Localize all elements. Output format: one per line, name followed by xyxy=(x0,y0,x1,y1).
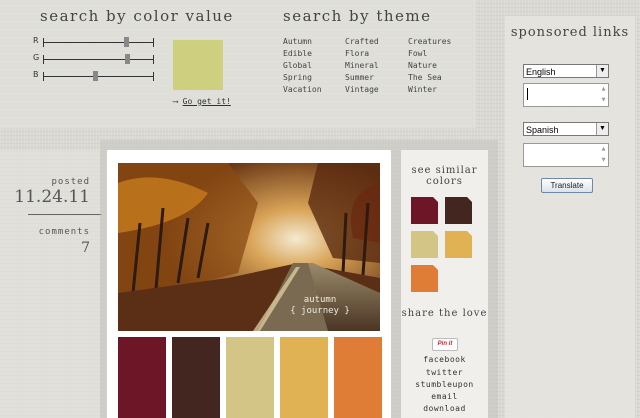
arrow-icon: ⟶ xyxy=(173,97,178,106)
slider-cap xyxy=(153,38,154,47)
similar-color-swatch[interactable] xyxy=(445,197,472,224)
from-language-value: English xyxy=(526,67,556,77)
posted-label: posted xyxy=(51,177,90,187)
similar-color-swatch[interactable] xyxy=(411,231,438,258)
theme-link[interactable]: Summer xyxy=(345,72,379,84)
textarea-scroll[interactable]: ▲ ▼ xyxy=(599,144,608,166)
slider-track xyxy=(43,59,154,60)
slider-cap xyxy=(43,38,44,47)
slider-track xyxy=(43,42,154,43)
theme-column-2: Crafted Flora Mineral Summer Vintage xyxy=(345,36,379,96)
color-preview-swatch xyxy=(173,40,223,90)
similar-color-swatch[interactable] xyxy=(411,197,438,224)
go-get-it-label: Go get it! xyxy=(182,97,231,106)
sponsored-panel: sponsored links English ▼ ▲▼ To: Spanish… xyxy=(505,16,635,418)
photo-caption: autumn { journey } xyxy=(270,295,370,317)
slider-g-label: G xyxy=(33,53,40,62)
color-search-title: search by color value xyxy=(40,7,234,25)
from-language-select[interactable]: English ▼ xyxy=(523,64,609,78)
theme-link[interactable]: Fowl xyxy=(408,48,451,60)
palette-swatch-2[interactable] xyxy=(172,337,220,418)
to-language-value: Spanish xyxy=(526,125,559,135)
share-stumbleupon-link[interactable]: stumbleupon xyxy=(401,379,488,391)
palette-swatch-3[interactable] xyxy=(226,337,274,418)
slider-cap xyxy=(43,55,44,64)
theme-link[interactable]: Nature xyxy=(408,60,451,72)
palette-swatch-5[interactable] xyxy=(334,337,382,418)
slider-track xyxy=(43,76,154,77)
slider-cap xyxy=(153,55,154,64)
download-link[interactable]: download xyxy=(401,403,488,415)
chevron-down-icon: ▼ xyxy=(596,123,608,135)
comments-label: comments xyxy=(38,227,90,237)
post-date: 11.24.11 xyxy=(14,187,90,207)
textarea-scroll[interactable]: ▲ ▼ xyxy=(599,84,608,106)
sponsored-title: sponsored links xyxy=(510,25,630,40)
theme-column-3: Creatures Fowl Nature The Sea Winter xyxy=(408,36,451,96)
theme-link[interactable]: Mineral xyxy=(345,60,379,72)
go-get-it-link[interactable]: ⟶ Go get it! xyxy=(173,97,231,106)
theme-link[interactable]: Creatures xyxy=(408,36,451,48)
comments-count[interactable]: 7 xyxy=(81,240,90,256)
caption-line-1: autumn xyxy=(303,295,337,305)
theme-link[interactable]: Edible xyxy=(283,48,322,60)
caption-line-2: { journey } xyxy=(290,306,350,316)
share-email-link[interactable]: email xyxy=(401,391,488,403)
theme-link[interactable]: Vacation xyxy=(283,84,322,96)
theme-link[interactable]: Flora xyxy=(345,48,379,60)
to-language-select[interactable]: Spanish ▼ xyxy=(523,122,609,136)
share-twitter-link[interactable]: twitter xyxy=(401,367,488,379)
slider-r[interactable]: R xyxy=(33,36,158,49)
similar-colors-title: see similar colors xyxy=(411,165,478,187)
share-title: share the love xyxy=(401,308,488,319)
slider-b[interactable]: B xyxy=(33,70,158,83)
slider-b-handle[interactable] xyxy=(93,71,98,81)
theme-link[interactable]: Crafted xyxy=(345,36,379,48)
slider-cap xyxy=(43,72,44,81)
slider-g[interactable]: G xyxy=(33,53,158,66)
theme-search-title: search by theme xyxy=(283,7,432,25)
slider-g-handle[interactable] xyxy=(125,54,130,64)
text-cursor xyxy=(527,88,528,100)
slider-r-label: R xyxy=(33,36,39,45)
translated-text-output[interactable]: ▲ ▼ xyxy=(523,143,609,167)
theme-link[interactable]: Autumn xyxy=(283,36,322,48)
share-facebook-link[interactable]: facebook xyxy=(401,354,488,366)
slider-cap xyxy=(153,72,154,81)
theme-link[interactable]: The Sea xyxy=(408,72,451,84)
translate-button[interactable]: Translate xyxy=(541,178,593,193)
theme-link[interactable]: Winter xyxy=(408,84,451,96)
chevron-down-icon: ▼ xyxy=(596,65,608,77)
pinterest-pin-button[interactable]: Pin it xyxy=(432,338,458,351)
similar-color-swatch[interactable] xyxy=(445,231,472,258)
slider-r-handle[interactable] xyxy=(124,37,129,47)
slider-b-label: B xyxy=(33,70,39,79)
palette-swatch-4[interactable] xyxy=(280,337,328,418)
source-text-input[interactable]: ▲ ▼ xyxy=(523,83,609,107)
theme-link[interactable]: Vintage xyxy=(345,84,379,96)
divider xyxy=(28,214,102,215)
similar-color-swatch[interactable] xyxy=(411,265,438,292)
palette-swatch-1[interactable] xyxy=(118,337,166,418)
theme-link[interactable]: Global xyxy=(283,60,322,72)
theme-link[interactable]: Spring xyxy=(283,72,322,84)
theme-column-1: Autumn Edible Global Spring Vacation xyxy=(283,36,322,96)
